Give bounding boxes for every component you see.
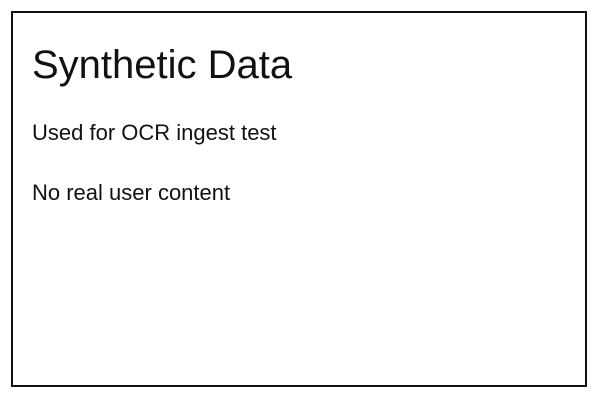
page-title: Synthetic Data bbox=[32, 43, 293, 87]
body-text-line: No real user content bbox=[32, 180, 231, 205]
body-text-line: Used for OCR ingest test bbox=[32, 120, 277, 145]
document-frame: Synthetic Data Used for OCR ingest test … bbox=[11, 11, 587, 387]
